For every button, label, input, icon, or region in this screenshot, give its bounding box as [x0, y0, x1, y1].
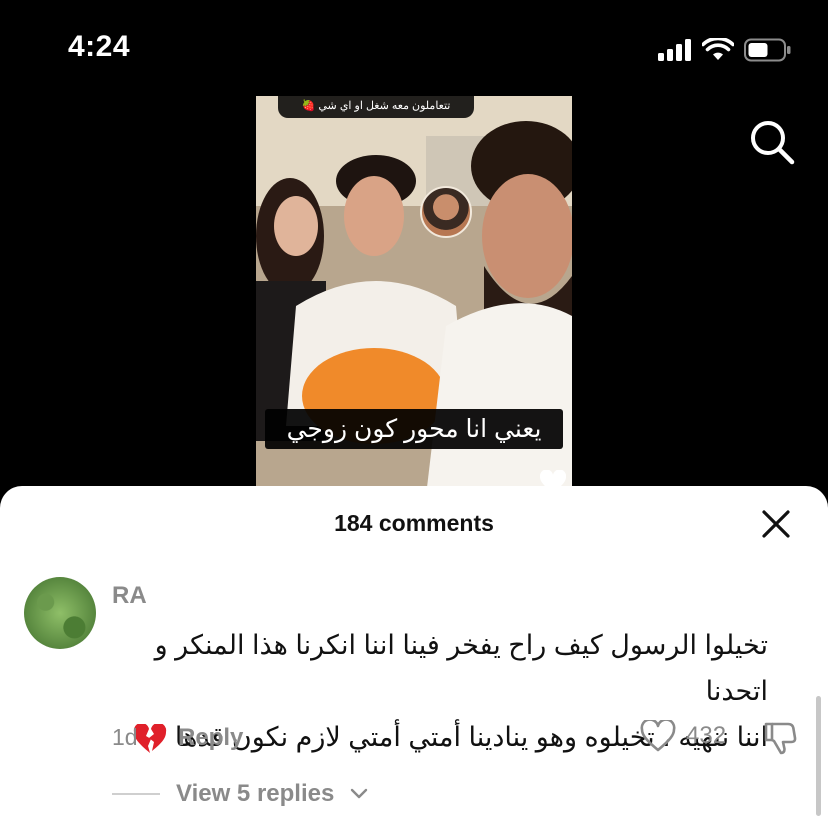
scrollbar[interactable] [816, 696, 821, 816]
video-inset-avatar [420, 186, 472, 238]
close-icon[interactable] [760, 508, 792, 540]
comment-timestamp: 1d [112, 724, 138, 750]
wifi-icon [702, 38, 734, 60]
battery-icon [744, 38, 791, 62]
broken-heart-icon [134, 723, 167, 753]
heart-outline-icon[interactable] [640, 720, 676, 752]
avatar[interactable] [24, 577, 96, 649]
status-time: 4:24 [68, 30, 131, 63]
video-preview[interactable]: تتعاملون معه شغل او اي شي 🍓 يعني انا محو… [256, 96, 572, 496]
thumbs-down-icon[interactable] [762, 720, 798, 756]
reply-button[interactable]: Reply [178, 724, 243, 752]
comment-username[interactable]: RA [112, 582, 147, 610]
cellular-signal-icon [658, 39, 691, 61]
video-subtitle: يعني انا محور كون زوجي [265, 409, 563, 449]
like-button[interactable]: 432 [640, 720, 726, 752]
view-replies-label: View 5 replies [176, 780, 335, 807]
video-top-caption: تتعاملون معه شغل او اي شي 🍓 [278, 96, 474, 118]
comment-text-line-1: تخيلوا الرسول كيف راح يفخر فينا اننا انك… [154, 630, 768, 706]
replies-divider-line [112, 793, 160, 795]
chevron-down-icon [351, 788, 368, 799]
comments-sheet: 184 comments RA تخيلوا الرسول كيف راح يف… [0, 486, 828, 831]
comments-count-title: 184 comments [334, 510, 494, 536]
like-count: 432 [686, 722, 727, 749]
status-icons [658, 38, 792, 62]
search-icon[interactable] [748, 118, 796, 166]
view-replies-button[interactable]: View 5 replies [112, 780, 368, 808]
